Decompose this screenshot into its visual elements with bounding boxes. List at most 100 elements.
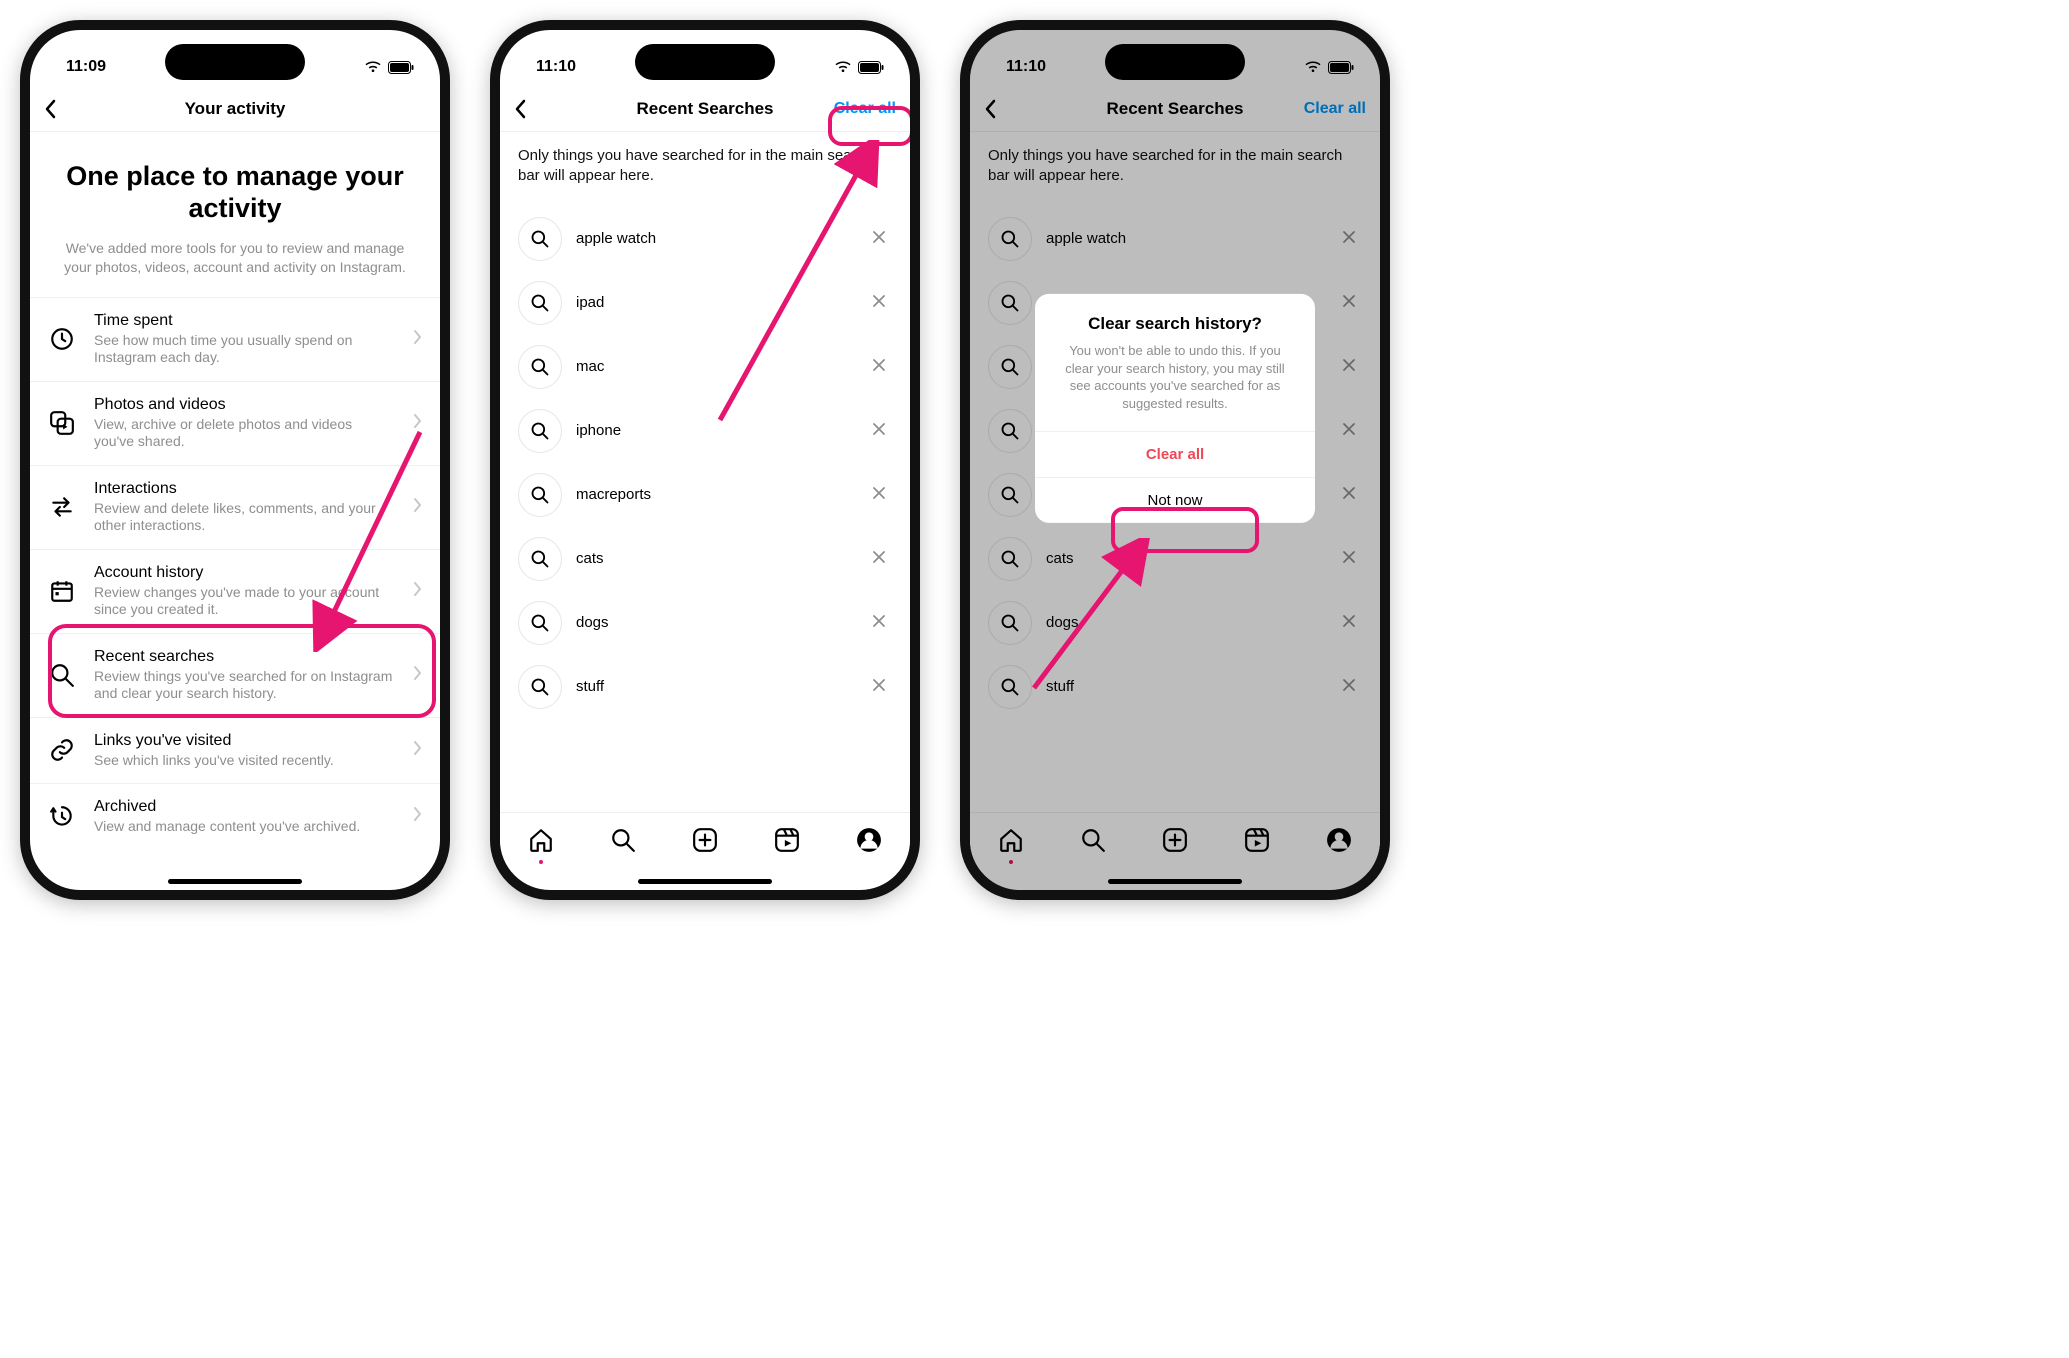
row-subtitle: View and manage content you've archived. [94,818,395,836]
row-title: Interactions [94,480,395,498]
tab-reels[interactable] [774,827,800,858]
home-indicator[interactable] [168,879,302,884]
search-row[interactable]: ipad [500,271,910,335]
calendar-icon [49,578,75,604]
phone-3: 11:10 Recent Searches Clear all Only thi… [960,20,1390,900]
menu-row-links-you-ve-visited[interactable]: Links you've visitedSee which links you'… [30,717,440,784]
tab-search[interactable] [610,827,636,858]
search-term-icon [518,345,562,389]
delete-search-button[interactable] [866,670,892,703]
status-time: 11:10 [536,58,576,76]
search-term-text: dogs [576,614,852,631]
phone-2: 11:10 Recent Searches Clear all Only thi… [490,20,920,900]
content: One place to manage your activity We've … [30,132,440,872]
search-term-text: mac [576,358,852,375]
menu-row-time-spent[interactable]: Time spentSee how much time you usually … [30,297,440,381]
delete-search-button[interactable] [866,286,892,319]
tab-profile[interactable] [856,827,882,858]
clear-all-button[interactable]: Clear all [834,100,896,118]
row-subtitle: Review things you've searched for on Ins… [94,668,395,703]
alert-not-now-button[interactable]: Not now [1035,476,1315,522]
search-icon [530,293,550,313]
row-title: Account history [94,564,395,582]
search-icon [530,229,550,249]
home-icon [528,827,554,853]
search-row[interactable]: cats [500,527,910,591]
search-icon [49,662,75,688]
hero: One place to manage your activity We've … [30,132,440,297]
alert-clear-all-button[interactable]: Clear all [1035,430,1315,476]
search-row[interactable]: mac [500,335,910,399]
row-chevron [413,665,422,686]
close-icon [872,550,886,564]
tab-home[interactable] [528,827,554,858]
search-term-text: ipad [576,294,852,311]
row-icon [48,577,76,605]
delete-search-button[interactable] [866,478,892,511]
menu-row-interactions[interactable]: Interactions Review and delete likes, com… [30,465,440,549]
row-text: Time spentSee how much time you usually … [94,312,395,367]
delete-search-button[interactable] [866,350,892,383]
wifi-icon [834,61,852,73]
wifi-icon [364,61,382,73]
menu-row-recent-searches[interactable]: Recent searchesReview things you've sear… [30,633,440,717]
row-subtitle: Review changes you've made to your accou… [94,584,395,619]
search-row[interactable]: dogs [500,591,910,655]
tab-new-post[interactable] [692,827,718,858]
menu-row-account-history[interactable]: Account history Review changes you've mad… [30,549,440,633]
back-button[interactable] [44,99,74,119]
alert-dialog: Clear search history? You won't be able … [1035,294,1315,522]
back-button[interactable] [514,99,544,119]
close-icon [872,486,886,500]
delete-search-button[interactable] [866,414,892,447]
home-indicator[interactable] [638,879,772,884]
search-row[interactable]: stuff [500,655,910,719]
search-term-icon [518,537,562,581]
profile-icon [856,827,882,853]
search-row[interactable]: apple watch [500,207,910,271]
search-term-icon [518,217,562,261]
chevron-right-icon [413,329,422,345]
close-icon [872,294,886,308]
close-icon [872,358,886,372]
dynamic-island [1105,44,1245,80]
row-icon [48,661,76,689]
search-row[interactable]: iphone [500,399,910,463]
row-title: Archived [94,798,395,816]
clock-icon [49,326,75,352]
search-term-text: cats [576,550,852,567]
search-term-icon [518,281,562,325]
media-icon [49,410,75,436]
delete-search-button[interactable] [866,542,892,575]
row-icon [48,325,76,353]
chevron-right-icon [413,581,422,597]
search-term-icon [518,601,562,645]
close-icon [872,422,886,436]
search-row[interactable]: macreports [500,463,910,527]
chevron-left-icon [514,99,526,119]
row-subtitle: View, archive or delete photos and video… [94,416,395,451]
row-subtitle: Review and delete likes, comments, and y… [94,500,395,535]
row-subtitle: See which links you've visited recently. [94,752,395,770]
hero-title: One place to manage your activity [54,160,416,225]
plus-square-icon [692,827,718,853]
chevron-right-icon [413,413,422,429]
delete-search-button[interactable] [866,222,892,255]
alert-title: Clear search history? [1055,314,1295,334]
row-chevron [413,581,422,602]
row-text: Account history Review changes you've mad… [94,564,395,619]
phone-1: 11:09 Your activity One place to manage … [20,20,450,900]
menu-row-archived[interactable]: Archived View and manage content you've a… [30,783,440,850]
tab-bar [500,812,910,872]
dynamic-island [165,44,305,80]
menu-row-photos-and-videos[interactable]: Photos and videos View, archive or delete… [30,381,440,465]
search-term-icon [518,409,562,453]
row-title: Photos and videos [94,396,395,414]
chevron-right-icon [413,740,422,756]
alert-message: You won't be able to undo this. If you c… [1055,342,1295,412]
chevron-right-icon [413,806,422,822]
chevron-left-icon [44,99,56,119]
nav-bar: Recent Searches Clear all [500,86,910,132]
delete-search-button[interactable] [866,606,892,639]
close-icon [872,614,886,628]
